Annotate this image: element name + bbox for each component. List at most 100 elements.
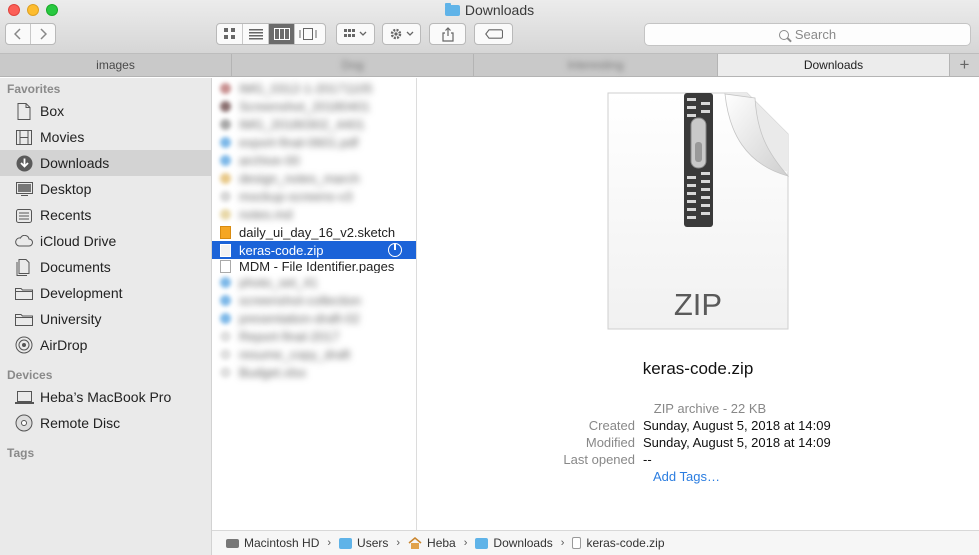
airdrop-icon: [14, 336, 34, 354]
file-row-blurred[interactable]: Report-final-2017: [212, 327, 416, 345]
file-kind: ZIP archive - 22 KB: [653, 401, 767, 416]
path-users[interactable]: Users: [339, 536, 388, 550]
file-row-blurred[interactable]: notes.md: [212, 205, 416, 223]
icon-view-button[interactable]: [217, 24, 243, 44]
file-row-partial[interactable]: MDM - File Identifier.pages: [212, 259, 416, 273]
tab-blurred-1[interactable]: Dog: [232, 54, 474, 76]
file-row-blurred[interactable]: Budget.xlsx: [212, 363, 416, 381]
grid-icon: [223, 28, 235, 39]
file-row-blurred[interactable]: presentation-draft-02: [212, 309, 416, 327]
download-icon: [14, 154, 34, 172]
gallery-view-button[interactable]: [295, 24, 321, 44]
sidebar-item-recents[interactable]: Recents: [0, 202, 211, 228]
document-icon: [572, 537, 582, 549]
tab-blurred-2[interactable]: Interesting: [474, 54, 718, 76]
file-row-sketch[interactable]: daily_ui_day_16_v2.sketch: [212, 223, 416, 241]
search-placeholder: Search: [794, 27, 837, 42]
file-row-blurred[interactable]: design_notes_march: [212, 169, 416, 187]
tab-bar: images Dog Interesting Downloads +: [0, 54, 979, 77]
path-downloads[interactable]: Downloads: [475, 536, 553, 550]
sidebar-item-movies[interactable]: Movies: [0, 124, 211, 150]
recents-icon: [14, 206, 34, 224]
path-macintosh-hd[interactable]: Macintosh HD: [226, 536, 319, 550]
chevron-left-icon: [13, 28, 21, 40]
group-by-button[interactable]: [336, 23, 375, 45]
chevron-right-icon: [40, 28, 47, 40]
cloud-icon: [14, 232, 34, 250]
sidebar-item-icloud-drive[interactable]: iCloud Drive: [0, 228, 211, 254]
add-tags-link[interactable]: Add Tags…: [417, 469, 979, 486]
loading-icon: [388, 243, 402, 257]
svg-text:ZIP: ZIP: [674, 287, 722, 322]
folder-icon: [339, 537, 353, 549]
sidebar-item-airdrop[interactable]: AirDrop: [0, 332, 211, 358]
window-title: Downloads: [0, 2, 979, 18]
chevron-right-icon: ›: [396, 537, 401, 549]
sidebar-item-desktop[interactable]: Desktop: [0, 176, 211, 202]
file-row-blurred[interactable]: mockup-screens-v3: [212, 187, 416, 205]
forward-button[interactable]: [31, 24, 55, 44]
file-row-blurred[interactable]: resume_copy_draft: [212, 345, 416, 363]
tags-header: Tags: [7, 446, 35, 460]
back-button[interactable]: [6, 24, 31, 44]
group-icon: [343, 29, 366, 37]
laptop-icon: [14, 388, 34, 406]
share-button[interactable]: [429, 23, 466, 45]
documents-icon: [14, 258, 34, 276]
zip-file-icon: [220, 243, 231, 257]
share-icon: [441, 26, 454, 42]
sidebar-item-macbook[interactable]: Heba’s MacBook Pro: [0, 384, 211, 410]
title-bar: Downloads Search: [0, 0, 979, 54]
favorites-header: Favorites: [7, 82, 61, 96]
search-field[interactable]: Search: [644, 23, 971, 46]
search-icon: [778, 29, 789, 40]
path-heba[interactable]: Heba: [408, 536, 456, 550]
preview-file-name: keras-code.zip: [642, 359, 754, 378]
chevron-right-icon: ›: [327, 537, 332, 549]
cover-flow-icon: [299, 28, 317, 40]
list-view-button[interactable]: [243, 24, 269, 44]
file-row-blurred[interactable]: IMG_0312-1-20171105: [212, 79, 416, 97]
folder-icon: [14, 310, 34, 328]
view-mode-control: [216, 23, 326, 45]
tags-button[interactable]: [474, 23, 513, 45]
tag-icon: [484, 29, 503, 39]
column-view-button[interactable]: [269, 24, 295, 44]
action-menu-button[interactable]: [382, 23, 421, 45]
file-row-selected[interactable]: keras-code.zip: [212, 241, 416, 259]
sidebar-item-box[interactable]: Box: [0, 98, 211, 124]
columns-icon: [273, 28, 290, 40]
created-row: Created Sunday, August 5, 2018 at 14:09: [588, 418, 831, 433]
sketch-file-icon: [220, 225, 231, 239]
modified-row: Modified Sunday, August 5, 2018 at 14:09: [585, 435, 831, 450]
gear-icon: [390, 28, 413, 40]
sidebar-item-documents[interactable]: Documents: [0, 254, 211, 280]
back-forward-control: [5, 23, 56, 45]
file-column: IMG_0312-1-20171105 Screenshot_20180401 …: [212, 78, 417, 530]
path-bar: Macintosh HD › Users › Heba › Downloads …: [212, 530, 979, 555]
sidebar: Favorites Box Movies Downloads Desktop R…: [0, 78, 212, 555]
home-icon: [408, 537, 422, 549]
tab-images[interactable]: images: [0, 54, 232, 76]
sidebar-item-development[interactable]: Development: [0, 280, 211, 306]
path-file[interactable]: keras-code.zip: [572, 536, 665, 550]
file-row-blurred[interactable]: export-final-0601.pdf: [212, 133, 416, 151]
desktop-icon: [14, 180, 34, 198]
document-icon: [14, 102, 34, 120]
sidebar-item-downloads[interactable]: Downloads: [0, 150, 211, 176]
chevron-right-icon: ›: [560, 537, 565, 549]
file-row-blurred[interactable]: photo_set_41: [212, 273, 416, 291]
new-tab-button[interactable]: +: [950, 54, 979, 76]
sidebar-item-university[interactable]: University: [0, 306, 211, 332]
file-info: ZIP archive - 22 KB Created Sunday, Augu…: [417, 401, 979, 486]
chevron-right-icon: ›: [463, 537, 468, 549]
sidebar-item-remote-disc[interactable]: Remote Disc: [0, 410, 211, 436]
file-row-blurred[interactable]: archive-00: [212, 151, 416, 169]
hard-drive-icon: [226, 538, 239, 548]
file-row-blurred[interactable]: IMG_20180302_4401: [212, 115, 416, 133]
tab-downloads[interactable]: Downloads: [718, 54, 950, 76]
devices-header: Devices: [7, 368, 53, 382]
file-row-blurred[interactable]: Screenshot_20180401: [212, 97, 416, 115]
zip-file-icon: ZIP: [607, 92, 789, 330]
file-row-blurred[interactable]: screenshot-collection: [212, 291, 416, 309]
